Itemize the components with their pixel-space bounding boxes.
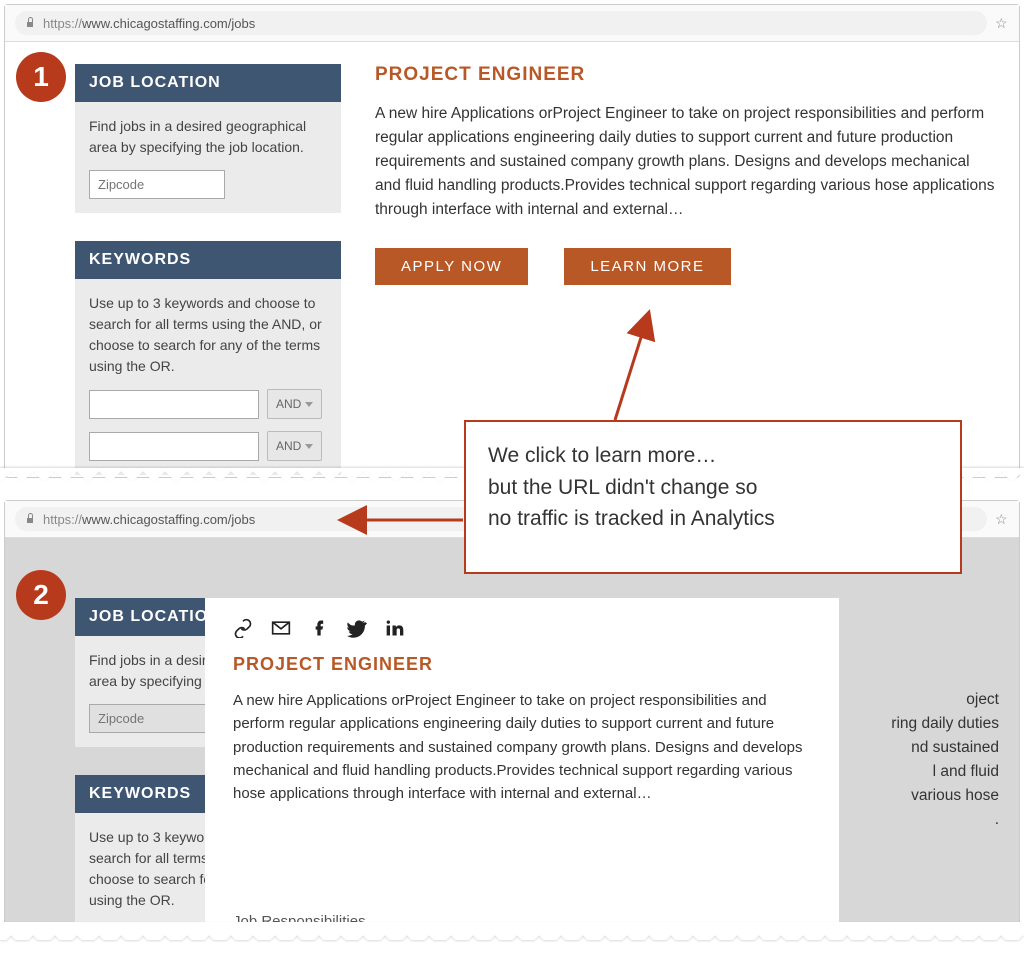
step-badge-2: 2 — [16, 570, 66, 620]
browser-window-1: https://www.chicagostaffing.com/jobs ☆ J… — [4, 4, 1020, 478]
lock-icon — [25, 17, 35, 29]
social-row — [233, 618, 811, 638]
job-description: A new hire Applications orProject Engine… — [375, 102, 997, 222]
url-scheme-2: https:// — [43, 512, 82, 527]
keyword-input-1[interactable] — [89, 390, 259, 419]
keywords-title: KEYWORDS — [75, 241, 341, 279]
url-rest: www.chicagostaffing.com/jobs — [82, 16, 255, 31]
url-rest-2: www.chicagostaffing.com/jobs — [82, 512, 255, 527]
callout-line-2: but the URL didn't change so — [488, 472, 938, 504]
callout-line-3: no traffic is tracked in Analytics — [488, 503, 938, 535]
twitter-icon[interactable] — [347, 618, 367, 638]
apply-now-button[interactable]: APPLY NOW — [375, 248, 528, 285]
job-location-widget: JOB LOCATION Find jobs in a desired geog… — [75, 64, 341, 213]
torn-edge-bottom — [0, 922, 1024, 940]
modal-job-title: PROJECT ENGINEER — [233, 654, 811, 675]
zipcode-input[interactable] — [89, 170, 225, 199]
star-icon[interactable]: ☆ — [995, 16, 1009, 30]
learn-more-button[interactable]: LEARN MORE — [564, 248, 730, 285]
job-detail-modal: PROJECT ENGINEER A new hire Applications… — [205, 598, 839, 938]
modal-dimmer: JOB LOCATION Find jobs in a desired geog… — [5, 538, 1019, 929]
keyword-operator-2[interactable]: AND — [267, 431, 322, 461]
link-icon[interactable] — [233, 618, 253, 638]
sidebar: JOB LOCATION Find jobs in a desired geog… — [75, 64, 341, 503]
annotation-callout: We click to learn more… but the URL didn… — [464, 420, 962, 574]
address-bar[interactable]: https://www.chicagostaffing.com/jobs — [15, 11, 987, 35]
linkedin-icon[interactable] — [385, 618, 405, 638]
address-row: https://www.chicagostaffing.com/jobs ☆ — [5, 5, 1019, 42]
url-scheme: https:// — [43, 16, 82, 31]
keywords-widget: KEYWORDS Use up to 3 keywords and choose… — [75, 241, 341, 475]
keywords-desc: Use up to 3 keywords and choose to searc… — [89, 293, 327, 377]
job-title: PROJECT ENGINEER — [375, 64, 997, 86]
modal-job-description: A new hire Applications orProject Engine… — [233, 689, 811, 805]
chevron-down-icon — [305, 402, 313, 407]
star-icon[interactable]: ☆ — [995, 512, 1009, 526]
keyword-operator-1[interactable]: AND — [267, 389, 322, 419]
job-location-desc: Find jobs in a desired geographical area… — [89, 116, 327, 158]
email-icon[interactable] — [271, 618, 291, 638]
page-content: JOB LOCATION Find jobs in a desired geog… — [5, 42, 1019, 307]
chevron-down-icon — [305, 444, 313, 449]
lock-icon — [25, 513, 35, 525]
callout-line-1: We click to learn more… — [488, 440, 938, 472]
job-location-title: JOB LOCATION — [75, 64, 341, 102]
keyword-input-2[interactable] — [89, 432, 259, 461]
main-content: PROJECT ENGINEER A new hire Applications… — [375, 64, 997, 285]
facebook-icon[interactable] — [309, 618, 329, 638]
step-badge-1: 1 — [16, 52, 66, 102]
